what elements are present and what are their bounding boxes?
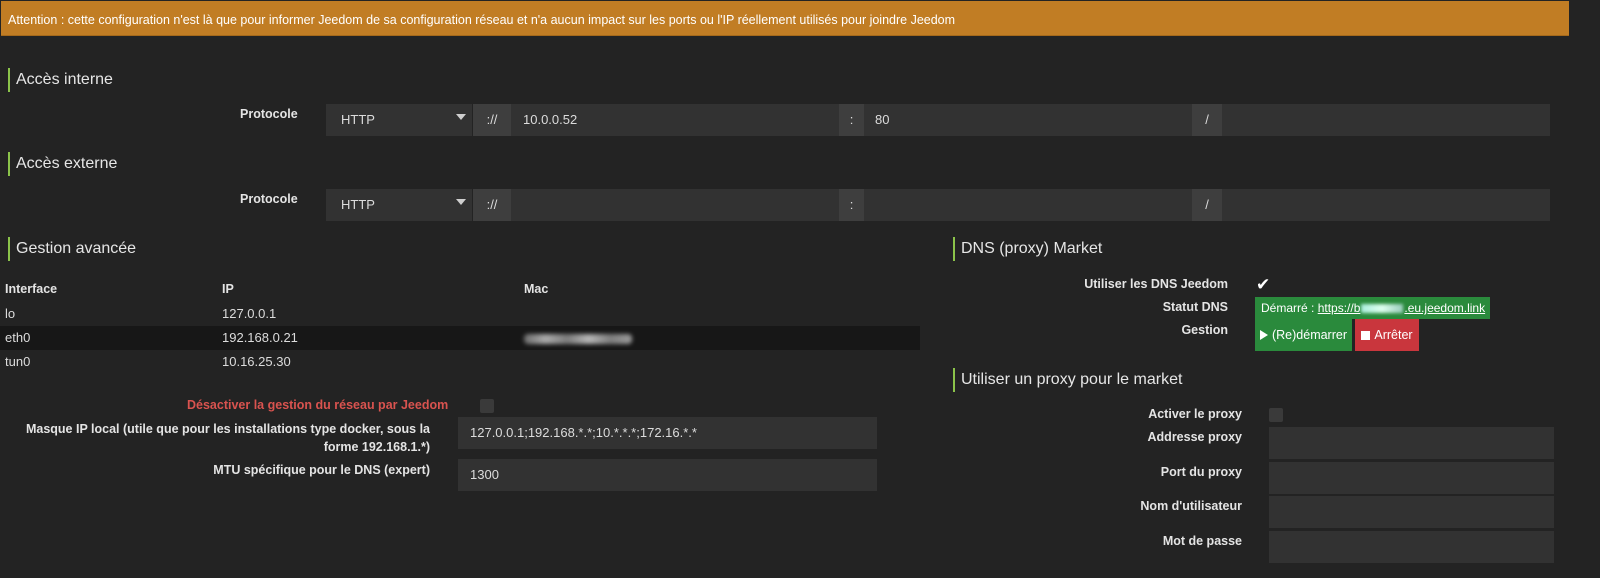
proxy-password-input[interactable] <box>1269 531 1554 563</box>
dns-manage-label: Gestion <box>1181 323 1228 337</box>
path-separator: / <box>1192 104 1222 136</box>
local-mask-input[interactable]: 127.0.0.1;192.168.*.*;10.*.*.*;172.16.*.… <box>458 417 877 449</box>
table-row: tun0 10.16.25.30 <box>0 350 920 374</box>
chevron-down-icon <box>456 114 466 120</box>
dns-link-end[interactable]: .eu.jeedom.link <box>1404 301 1485 315</box>
internal-protocol-select[interactable]: HTTP <box>326 104 472 136</box>
external-protocol-value: HTTP <box>341 197 375 212</box>
check-icon[interactable]: ✔ <box>1256 275 1270 295</box>
table-row: eth0 192.168.0.21 <box>0 326 920 350</box>
column-header-interface: Interface <box>5 282 58 296</box>
enable-proxy-label: Activer le proxy <box>1148 407 1242 421</box>
port-separator: : <box>839 104 864 136</box>
external-protocol-label: Protocole <box>240 192 298 206</box>
advanced-title: Gestion avancée <box>8 237 136 261</box>
interface-cell: tun0 <box>5 354 31 369</box>
proxy-port-input[interactable] <box>1269 462 1554 494</box>
internal-path-input[interactable] <box>1222 104 1550 136</box>
scheme-separator: :// <box>473 104 511 136</box>
proxy-user-input[interactable] <box>1269 496 1554 528</box>
external-path-input[interactable] <box>1222 189 1550 221</box>
stop-icon <box>1361 331 1371 340</box>
proxy-address-input[interactable] <box>1269 427 1554 459</box>
dns-market-title: DNS (proxy) Market <box>953 237 1102 261</box>
path-separator: / <box>1192 189 1222 221</box>
use-dns-label: Utiliser les DNS Jeedom <box>1084 277 1228 291</box>
dns-status-badge: Démarré : https://b .eu.jeedom.link <box>1255 297 1490 319</box>
port-separator: : <box>839 189 864 221</box>
table-row: lo 127.0.0.1 <box>0 302 920 326</box>
scheme-separator: :// <box>473 189 511 221</box>
dns-status-prefix: Démarré : <box>1261 301 1318 315</box>
dns-link-start[interactable]: https://b <box>1318 301 1361 315</box>
stop-dns-button[interactable]: Arrêter <box>1355 319 1419 351</box>
external-access-title: Accès externe <box>8 152 117 176</box>
local-mask-label-line1: Masque IP local (utile que pour les inst… <box>25 422 430 436</box>
local-mask-label-line2: forme 192.168.1.*) <box>323 440 430 454</box>
disable-network-label: Désactiver la gestion du réseau par Jeed… <box>187 398 449 412</box>
enable-proxy-checkbox[interactable] <box>1269 408 1283 422</box>
warning-banner: Attention : cette configuration n'est là… <box>1 1 1569 36</box>
ip-cell: 192.168.0.21 <box>222 330 298 345</box>
proxy-market-title: Utiliser un proxy pour le market <box>953 368 1182 392</box>
external-ip-input[interactable] <box>511 189 839 221</box>
column-header-ip: IP <box>222 282 234 296</box>
internal-access-title: Accès interne <box>8 68 113 92</box>
column-header-mac: Mac <box>524 282 549 296</box>
disable-network-checkbox[interactable] <box>480 399 494 413</box>
proxy-address-label: Addresse proxy <box>1147 430 1242 444</box>
interface-cell: lo <box>5 306 16 321</box>
external-protocol-select[interactable]: HTTP <box>326 189 472 221</box>
ip-cell: 10.16.25.30 <box>222 354 291 369</box>
mtu-input[interactable]: 1300 <box>458 459 877 491</box>
external-port-input[interactable] <box>864 189 1192 221</box>
stop-dns-label: Arrêter <box>1374 328 1413 342</box>
redacted-text <box>1361 304 1404 314</box>
chevron-down-icon <box>456 199 466 205</box>
interface-cell: eth0 <box>5 330 31 345</box>
play-icon <box>1259 330 1268 340</box>
internal-protocol-label: Protocole <box>240 107 298 121</box>
restart-dns-button[interactable]: (Re)démarrer <box>1255 319 1352 351</box>
proxy-user-label: Nom d'utilisateur <box>1140 499 1242 513</box>
internal-ip-input[interactable]: 10.0.0.52 <box>511 104 839 136</box>
local-mask-label: Masque IP local (utile que pour les inst… <box>10 420 430 456</box>
mtu-label: MTU spécifique pour le DNS (expert) <box>213 463 430 477</box>
internal-protocol-value: HTTP <box>341 112 375 127</box>
mac-redacted <box>524 334 632 344</box>
internal-port-input[interactable]: 80 <box>864 104 1192 136</box>
restart-dns-label: (Re)démarrer <box>1271 328 1347 342</box>
ip-cell: 127.0.0.1 <box>222 306 277 321</box>
proxy-password-label: Mot de passe <box>1162 534 1242 548</box>
proxy-port-label: Port du proxy <box>1160 465 1242 479</box>
dns-status-label: Statut DNS <box>1162 300 1228 314</box>
